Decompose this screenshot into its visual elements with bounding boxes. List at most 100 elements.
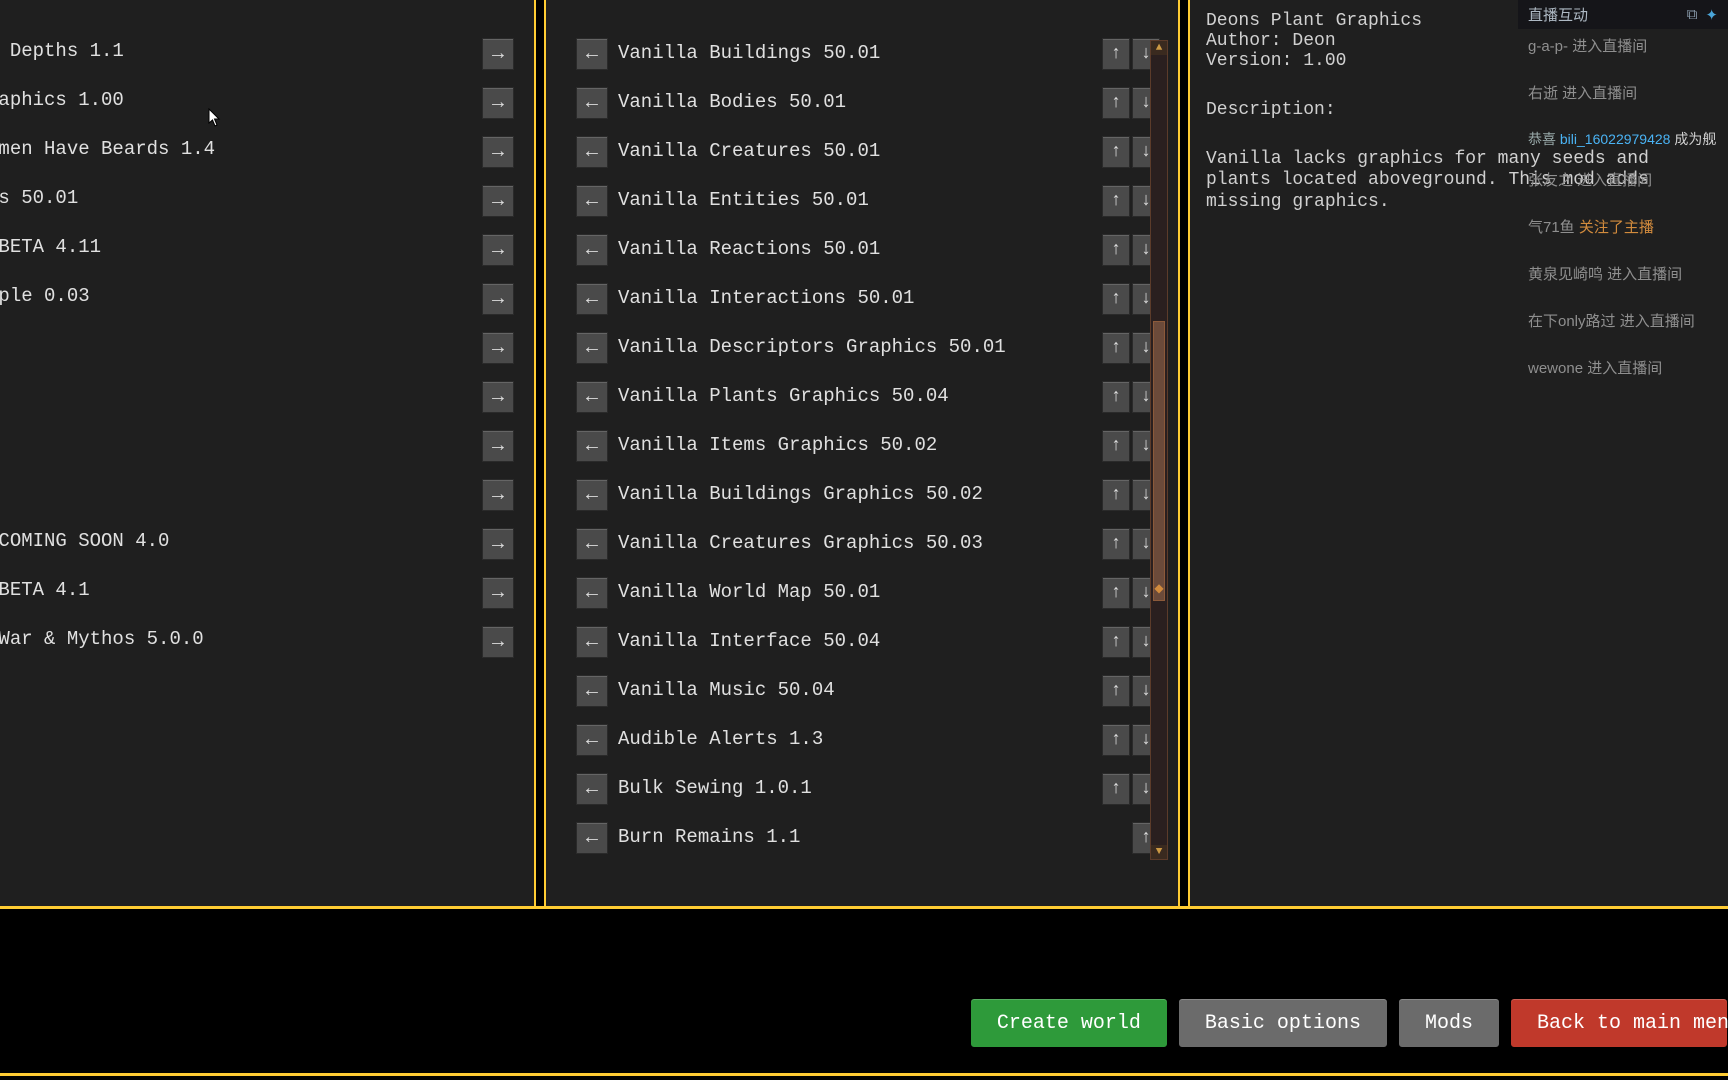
active-mod-row[interactable]: Vanilla Creatures 50.01↑↓ bbox=[576, 138, 1118, 187]
basic-options-button[interactable]: Basic options bbox=[1178, 998, 1388, 1048]
mod-name: Vanilla Bodies 50.01 bbox=[618, 91, 846, 113]
add-mod-button[interactable] bbox=[482, 381, 514, 413]
mod-name: Vanilla Plants Graphics 50.04 bbox=[618, 385, 949, 407]
remove-mod-button[interactable] bbox=[576, 332, 608, 364]
remove-mod-button[interactable] bbox=[576, 479, 608, 511]
move-up-button[interactable]: ↑ bbox=[1102, 724, 1130, 756]
add-mod-button[interactable] bbox=[482, 283, 514, 315]
scroll-up-icon[interactable]: ▲ bbox=[1151, 41, 1167, 55]
mod-name: Audible Alerts 1.3 bbox=[618, 728, 823, 750]
available-mod-row[interactable]: Night BETA 4.1 bbox=[0, 579, 504, 628]
mod-name: Night BETA 4.1 bbox=[0, 579, 90, 601]
chat-username: 张友之 bbox=[1528, 172, 1577, 189]
remove-mod-button[interactable] bbox=[576, 381, 608, 413]
add-mod-button[interactable] bbox=[482, 626, 514, 658]
chat-settings-icon[interactable]: ✦ bbox=[1705, 6, 1718, 24]
move-up-button[interactable]: ↑ bbox=[1102, 430, 1130, 462]
available-mod-row[interactable]: 1.1.0 bbox=[0, 481, 504, 530]
move-up-button[interactable]: ↑ bbox=[1102, 773, 1130, 805]
chat-action: 进入直播间 bbox=[1562, 85, 1637, 102]
move-up-button[interactable]: ↑ bbox=[1102, 38, 1130, 70]
remove-mod-button[interactable] bbox=[576, 185, 608, 217]
move-up-button[interactable]: ↑ bbox=[1102, 381, 1130, 413]
available-mod-row[interactable]: re People 0.03d bbox=[0, 285, 504, 334]
remove-mod-button[interactable] bbox=[576, 283, 608, 315]
add-mod-button[interactable] bbox=[482, 234, 514, 266]
add-mod-button[interactable] bbox=[482, 577, 514, 609]
move-up-button[interactable]: ↑ bbox=[1102, 479, 1130, 511]
remove-mod-button[interactable] bbox=[576, 724, 608, 756]
scroll-thumb[interactable] bbox=[1153, 321, 1165, 601]
move-up-button[interactable]: ↑ bbox=[1102, 185, 1130, 217]
chat-action: 进入直播间 bbox=[1620, 313, 1695, 330]
remove-mod-button[interactable] bbox=[576, 675, 608, 707]
add-mod-button[interactable] bbox=[482, 479, 514, 511]
move-up-button[interactable]: ↑ bbox=[1102, 528, 1130, 560]
active-mod-row[interactable]: Burn Remains 1.1↑ bbox=[576, 824, 1118, 873]
available-mod-row[interactable]: s V - War & Mythos 5.0.0 bbox=[0, 628, 504, 677]
remove-mod-button[interactable] bbox=[576, 626, 608, 658]
active-mod-row[interactable]: Vanilla Interactions 50.01↑↓ bbox=[576, 285, 1118, 334]
available-mod-row[interactable]: s Dark Depths 1.1d bbox=[0, 40, 504, 89]
available-mod-row[interactable]: ant Graphics 1.00d bbox=[0, 89, 504, 138]
remove-mod-button[interactable] bbox=[576, 38, 608, 70]
active-mods-scrollbar[interactable]: ▲ ◆ ▼ bbox=[1150, 40, 1168, 860]
move-up-button[interactable]: ↑ bbox=[1102, 234, 1130, 266]
available-mod-row[interactable]: 1.0.2 bbox=[0, 432, 504, 481]
remove-mod-button[interactable] bbox=[576, 136, 608, 168]
active-mod-row[interactable]: Vanilla Creatures Graphics 50.03↑↓ bbox=[576, 530, 1118, 579]
mods-button[interactable]: Mods bbox=[1398, 998, 1500, 1048]
add-mod-button[interactable] bbox=[482, 528, 514, 560]
active-mod-row[interactable]: Vanilla Buildings Graphics 50.02↑↓ bbox=[576, 481, 1118, 530]
mod-name: Vanilla Music 50.04 bbox=[618, 679, 835, 701]
move-up-button[interactable]: ↑ bbox=[1102, 626, 1130, 658]
remove-mod-button[interactable] bbox=[576, 234, 608, 266]
move-up-button[interactable]: ↑ bbox=[1102, 87, 1130, 119]
remove-mod-button[interactable] bbox=[576, 87, 608, 119]
add-mod-button[interactable] bbox=[482, 38, 514, 70]
remove-mod-button[interactable] bbox=[576, 773, 608, 805]
available-mod-row[interactable]: ven Women Have Beards 1.4d bbox=[0, 138, 504, 187]
create-world-button[interactable]: Create world bbox=[970, 998, 1168, 1048]
move-up-button[interactable]: ↑ bbox=[1102, 283, 1130, 315]
move-up-button[interactable]: ↑ bbox=[1102, 136, 1130, 168]
add-mod-button[interactable] bbox=[482, 136, 514, 168]
available-mod-row[interactable]: Night BETA 4.11d bbox=[0, 236, 504, 285]
active-mod-row[interactable]: Audible Alerts 1.3↑↓ bbox=[576, 726, 1118, 775]
move-up-button[interactable]: ↑ bbox=[1102, 675, 1130, 707]
active-mod-row[interactable]: Vanilla Interface 50.04↑↓ bbox=[576, 628, 1118, 677]
available-mod-row[interactable]: 1.0 bbox=[0, 334, 504, 383]
add-mod-button[interactable] bbox=[482, 87, 514, 119]
active-mod-row[interactable]: Vanilla Descriptors Graphics 50.01↑↓ bbox=[576, 334, 1118, 383]
active-mod-row[interactable]: Vanilla Items Graphics 50.02↑↓ bbox=[576, 432, 1118, 481]
remove-mod-button[interactable] bbox=[576, 430, 608, 462]
move-up-button[interactable]: ↑ bbox=[1102, 577, 1130, 609]
mod-name: Vanilla Descriptors Graphics 50.01 bbox=[618, 336, 1006, 358]
active-mod-row[interactable]: Vanilla Entities 50.01↑↓ bbox=[576, 187, 1118, 236]
available-mod-row[interactable]: 1.0.1 bbox=[0, 383, 504, 432]
available-mod-row[interactable]: Night COMING SOON 4.0 bbox=[0, 530, 504, 579]
active-mod-row[interactable]: Vanilla Plants Graphics 50.04↑↓ bbox=[576, 383, 1118, 432]
add-mod-button[interactable] bbox=[482, 332, 514, 364]
chat-line: wewone 进入直播间 bbox=[1518, 351, 1728, 384]
available-mod-row[interactable]: h Crops 50.01d bbox=[0, 187, 504, 236]
mod-name: Bulk Sewing 1.0.1 bbox=[618, 777, 812, 799]
active-mod-row[interactable]: Vanilla Reactions 50.01↑↓ bbox=[576, 236, 1118, 285]
remove-mod-button[interactable] bbox=[576, 822, 608, 854]
move-up-button[interactable]: ↑ bbox=[1102, 332, 1130, 364]
chat-line: 气71鱼 关注了主播 bbox=[1518, 210, 1728, 243]
active-mod-row[interactable]: Vanilla Music 50.04↑↓ bbox=[576, 677, 1118, 726]
active-mod-row[interactable]: Vanilla World Map 50.01↑↓ bbox=[576, 579, 1118, 628]
remove-mod-button[interactable] bbox=[576, 577, 608, 609]
add-mod-button[interactable] bbox=[482, 430, 514, 462]
active-mod-row[interactable]: Vanilla Bodies 50.01↑↓ bbox=[576, 89, 1118, 138]
chat-link-icon[interactable]: ⧉ bbox=[1687, 6, 1698, 24]
back-to-main-menu-button[interactable]: Back to main men bbox=[1510, 998, 1728, 1048]
scroll-down-icon[interactable]: ▼ bbox=[1151, 845, 1167, 859]
scroll-handle-icon[interactable]: ◆ bbox=[1151, 581, 1167, 595]
active-mod-row[interactable]: Vanilla Buildings 50.01↑↓ bbox=[576, 40, 1118, 89]
remove-mod-button[interactable] bbox=[576, 528, 608, 560]
mod-name: s V - War & Mythos 5.0.0 bbox=[0, 628, 204, 650]
active-mod-row[interactable]: Bulk Sewing 1.0.1↑↓ bbox=[576, 775, 1118, 824]
add-mod-button[interactable] bbox=[482, 185, 514, 217]
